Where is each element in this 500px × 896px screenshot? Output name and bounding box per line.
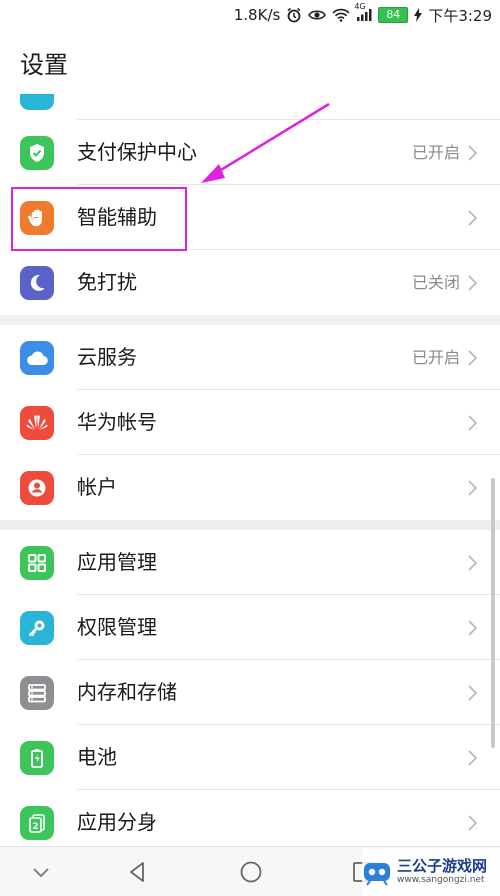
watermark-title: 三公子游戏网 bbox=[397, 857, 488, 875]
list-item-partial[interactable] bbox=[0, 94, 500, 120]
page-header: 设置 bbox=[0, 30, 500, 94]
settings-group-accounts: 云服务 已开启 华为帐号 帐户 bbox=[0, 325, 500, 520]
account-icon bbox=[20, 471, 54, 505]
list-item-cloud-service[interactable]: 云服务 已开启 bbox=[0, 325, 500, 390]
settings-list[interactable]: 支付保护中心 已开启 智能辅助 免打扰 已关闭 云服务 已开启 华为帐号 帐户 … bbox=[0, 94, 500, 846]
battery-icon bbox=[20, 741, 54, 775]
clock: 下午3:29 bbox=[428, 6, 492, 25]
watermark-url: www.sangongzi.net bbox=[397, 875, 485, 885]
item-label: 内存和存储 bbox=[77, 680, 177, 704]
chevron-right-icon bbox=[468, 415, 478, 431]
alarm-icon bbox=[286, 7, 302, 23]
item-label: 免打扰 bbox=[77, 270, 137, 294]
chevron-right-icon bbox=[468, 275, 478, 291]
app-grid-icon bbox=[20, 546, 54, 580]
scrollbar[interactable] bbox=[491, 478, 495, 748]
network-type: 4G bbox=[354, 2, 366, 11]
list-item-payment-protection[interactable]: 支付保护中心 已开启 bbox=[0, 120, 500, 185]
chevron-right-icon bbox=[468, 815, 478, 831]
chevron-right-icon bbox=[468, 750, 478, 766]
item-label: 云服务 bbox=[77, 345, 137, 369]
item-label: 智能辅助 bbox=[77, 205, 157, 229]
moon-icon bbox=[20, 266, 54, 300]
shield-check-icon bbox=[20, 136, 54, 170]
page-title: 设置 bbox=[20, 50, 68, 79]
eye-icon bbox=[308, 8, 327, 22]
signal-icon: 4G bbox=[354, 2, 372, 22]
watermark-text: 三公子游戏网 www.sangongzi.net bbox=[397, 858, 487, 886]
huawei-logo-icon bbox=[20, 406, 54, 440]
list-item-permission-management[interactable]: 权限管理 bbox=[0, 595, 500, 660]
storage-icon bbox=[20, 676, 54, 710]
chevron-right-icon bbox=[468, 555, 478, 571]
item-label: 应用管理 bbox=[77, 550, 157, 574]
partial-item-icon bbox=[20, 94, 54, 110]
battery-indicator: 84 bbox=[378, 7, 409, 23]
cloud-icon bbox=[20, 341, 54, 375]
list-item-accounts[interactable]: 帐户 bbox=[0, 455, 500, 520]
chevron-right-icon bbox=[468, 620, 478, 636]
back-icon[interactable] bbox=[125, 859, 151, 885]
list-item-do-not-disturb[interactable]: 免打扰 已关闭 bbox=[0, 250, 500, 315]
chevron-right-icon bbox=[468, 685, 478, 701]
status-bar: 1.8K/s 4G 84 下午3:29 bbox=[0, 0, 500, 30]
item-label: 华为帐号 bbox=[77, 410, 157, 434]
chevron-right-icon bbox=[468, 145, 478, 161]
wifi-icon bbox=[332, 8, 350, 22]
list-item-memory-storage[interactable]: 内存和存储 bbox=[0, 660, 500, 725]
item-label: 权限管理 bbox=[77, 615, 157, 639]
settings-group-apps: 应用管理 权限管理 内存和存储 电池 2 应用分身 bbox=[0, 530, 500, 846]
chevron-down-icon[interactable] bbox=[28, 859, 54, 885]
list-item-battery[interactable]: 电池 bbox=[0, 725, 500, 790]
hand-icon bbox=[20, 201, 54, 235]
key-icon bbox=[20, 611, 54, 645]
chevron-right-icon bbox=[468, 210, 478, 226]
chevron-right-icon bbox=[468, 480, 478, 496]
list-item-smart-assist[interactable]: 智能辅助 bbox=[0, 185, 500, 250]
item-status: 已关闭 bbox=[411, 273, 460, 292]
item-label: 支付保护中心 bbox=[77, 140, 197, 164]
item-label: 电池 bbox=[77, 745, 117, 769]
list-item-app-twin[interactable]: 2 应用分身 bbox=[0, 790, 500, 846]
watermark-logo-icon bbox=[364, 863, 390, 886]
item-status: 已开启 bbox=[411, 143, 460, 162]
chevron-right-icon bbox=[468, 350, 478, 366]
charging-icon bbox=[414, 8, 423, 22]
network-speed: 1.8K/s bbox=[233, 6, 281, 24]
battery-level: 84 bbox=[378, 7, 409, 23]
item-status: 已开启 bbox=[411, 348, 460, 367]
item-label: 应用分身 bbox=[77, 810, 157, 834]
group-separator bbox=[0, 520, 500, 530]
home-icon[interactable] bbox=[238, 859, 264, 885]
list-item-app-management[interactable]: 应用管理 bbox=[0, 530, 500, 595]
app-twin-icon: 2 bbox=[20, 806, 54, 840]
svg-text:2: 2 bbox=[32, 822, 38, 832]
item-label: 帐户 bbox=[77, 475, 117, 499]
watermark: 三公子游戏网 www.sangongzi.net bbox=[362, 848, 500, 896]
settings-group-security: 支付保护中心 已开启 智能辅助 免打扰 已关闭 bbox=[0, 94, 500, 315]
group-separator bbox=[0, 315, 500, 325]
list-item-huawei-account[interactable]: 华为帐号 bbox=[0, 390, 500, 455]
